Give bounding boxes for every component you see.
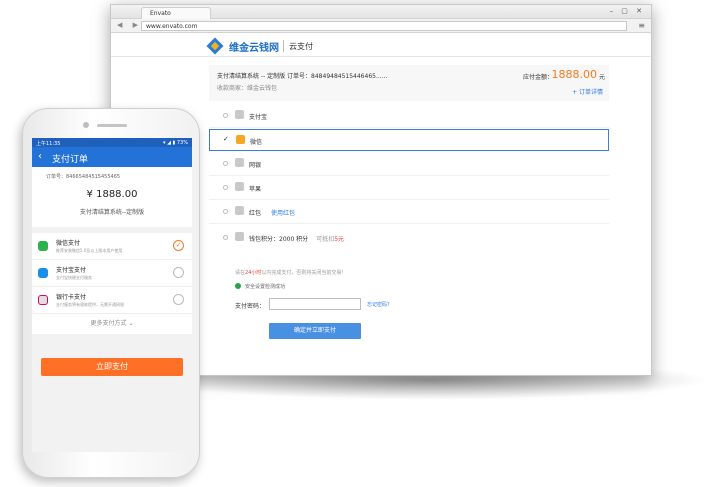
amount-value: 1888.00 — [551, 68, 598, 81]
method-bank[interactable]: 网银 — [209, 153, 609, 175]
deduct-value: 5元 — [334, 236, 345, 243]
method-wechat[interactable]: ✓ 微信 — [209, 129, 609, 151]
method-wechat[interactable]: 微信支付 推荐安装微信5.0及以上版本用户使用 ✓ — [32, 233, 192, 260]
status-bar: 上午11:35 ▾ ◢ ▮ 73% — [32, 138, 192, 147]
method-sub: 推荐安装微信5.0及以上版本用户使用 — [56, 248, 123, 253]
payment-method-list: 微信支付 推荐安装微信5.0及以上版本用户使用 ✓ 支付宝支付 支付宝快捷支付服… — [32, 233, 192, 334]
radio-button[interactable] — [173, 294, 184, 305]
use-redpacket-link[interactable]: 使用红包 — [271, 210, 295, 217]
radio-button[interactable] — [223, 235, 228, 240]
order-description: 支付清结算系统--定制版 — [79, 209, 145, 216]
screen-bottom — [32, 384, 192, 452]
amount-label: 应付金额： — [522, 74, 553, 81]
method-alipay[interactable]: 支付宝支付 支付宝快捷支付服务 — [32, 260, 192, 287]
order-info: 支付清结算系统 -- 定制版 订单号：84849484515446465....… — [217, 73, 388, 80]
page-title: 支付订单 — [52, 155, 89, 165]
logo-divider — [283, 40, 284, 52]
method-name: 微信支付 — [56, 240, 81, 247]
alipay-icon — [38, 268, 48, 278]
divider — [209, 175, 609, 176]
browser-titlebar: Envato – ▢ ✕ — [111, 5, 651, 19]
app-bar: ‹ 支付订单 — [32, 147, 192, 167]
radio-button[interactable] — [223, 113, 228, 118]
tip-highlight: 24小时 — [245, 270, 262, 276]
method-sub: 支付宝快捷支付服务 — [56, 275, 92, 280]
more-methods-link[interactable]: 更多支付方式 ⌄ — [32, 314, 192, 334]
checkmark-icon[interactable]: ✓ — [223, 135, 229, 143]
method-alipay[interactable]: 支付宝 — [209, 105, 609, 127]
method-label: 网银 — [249, 162, 262, 169]
order-summary: 支付清结算系统 -- 定制版 订单号：84849484515446465....… — [209, 65, 609, 101]
radio-button[interactable] — [223, 185, 228, 190]
divider — [209, 199, 609, 200]
method-label: 红包 — [249, 210, 262, 217]
order-card: 订单号：84665484515455465 ¥ 1888.00 支付清结算系统-… — [32, 167, 192, 227]
confirm-pay-button[interactable]: 确定并立即支付 — [269, 323, 361, 339]
divider — [209, 127, 609, 128]
method-label-wrap: 钱包积分：2000 积分 可抵扣5元 — [249, 234, 344, 243]
order-number: 订单号：84665484515455465 — [46, 174, 121, 180]
wechat-icon — [38, 241, 48, 251]
alipay-icon — [235, 110, 244, 119]
method-label: 苹果 — [249, 186, 262, 193]
merchant-info: 收款商家：维金云钱包 — [217, 85, 278, 92]
apple-icon — [235, 182, 244, 191]
logo-icon — [206, 37, 224, 55]
back-icon[interactable]: ‹ — [38, 151, 42, 162]
method-points[interactable]: 钱包积分：2000 积分 可抵扣5元 — [209, 227, 609, 249]
radio-button[interactable] — [173, 267, 184, 278]
bank-icon — [235, 158, 244, 167]
radio-checked-icon[interactable]: ✓ — [173, 240, 184, 251]
order-amount: ¥ 1888.00 — [86, 189, 138, 200]
method-sub: 支付服务将有银联提供，无需开通网银 — [56, 302, 124, 307]
points-icon — [235, 232, 244, 241]
camera-icon — [83, 122, 89, 128]
address-bar[interactable]: www.envato.com — [141, 21, 627, 31]
site-subtitle: 云支付 — [289, 42, 313, 51]
logo-text: 维金云钱网 — [229, 43, 279, 54]
browser-tab[interactable]: Envato — [141, 7, 211, 19]
method-name: 支付宝支付 — [56, 267, 87, 274]
check-circle-icon — [235, 283, 241, 289]
method-name: 银行卡支付 — [56, 294, 87, 301]
password-label: 支付密码： — [235, 303, 266, 310]
status-icons: ▾ ◢ ▮ 73% — [163, 140, 188, 146]
method-card[interactable]: 银行卡支付 支付服务将有银联提供，无需开通网银 — [32, 287, 192, 314]
redpacket-icon — [235, 206, 244, 215]
payment-tip: 请在24小时以内完成支付，否则将关闭当前交易！ — [235, 270, 347, 276]
menu-icon[interactable]: ≡ — [638, 21, 645, 30]
order-detail-link[interactable]: + 订单详情 — [572, 87, 603, 96]
deduct-prefix: 可抵扣 — [316, 236, 335, 243]
browser-toolbar: ◀ ▶ ⟳ www.envato.com ≡ — [111, 19, 651, 33]
wechat-icon — [236, 135, 245, 144]
radio-button[interactable] — [223, 161, 228, 166]
method-label: 钱包积分：2000 积分 — [249, 236, 309, 243]
screenshot-stage: Envato – ▢ ✕ ◀ ▶ ⟳ www.envato.com ≡ 维金云钱… — [0, 0, 724, 487]
speaker-icon — [97, 124, 127, 127]
method-label: 微信 — [250, 139, 263, 146]
phone-device: 上午11:35 ▾ ◢ ▮ 73% ‹ 支付订单 订单号：84665484515… — [22, 108, 200, 478]
amount-unit: 元 — [598, 74, 605, 81]
window-controls[interactable]: – ▢ ✕ — [610, 7, 645, 15]
phone-screen: 上午11:35 ▾ ◢ ▮ 73% ‹ 支付订单 订单号：84665484515… — [32, 138, 192, 452]
method-apple[interactable]: 苹果 — [209, 177, 609, 199]
radio-button[interactable] — [223, 209, 228, 214]
method-label: 支付宝 — [249, 114, 268, 121]
security-status: 安全设置检测成功 — [245, 284, 286, 290]
bank-card-icon — [38, 295, 48, 305]
forgot-password-link[interactable]: 忘记密码？ — [367, 301, 392, 308]
site-header: 维金云钱网 云支付 — [111, 33, 651, 57]
divider — [209, 223, 609, 224]
method-label-wrap: 红包 使用红包 — [249, 208, 295, 217]
password-input[interactable] — [269, 298, 361, 310]
pay-now-button[interactable]: 立即支付 — [41, 358, 183, 376]
method-redpacket[interactable]: 红包 使用红包 — [209, 201, 609, 223]
